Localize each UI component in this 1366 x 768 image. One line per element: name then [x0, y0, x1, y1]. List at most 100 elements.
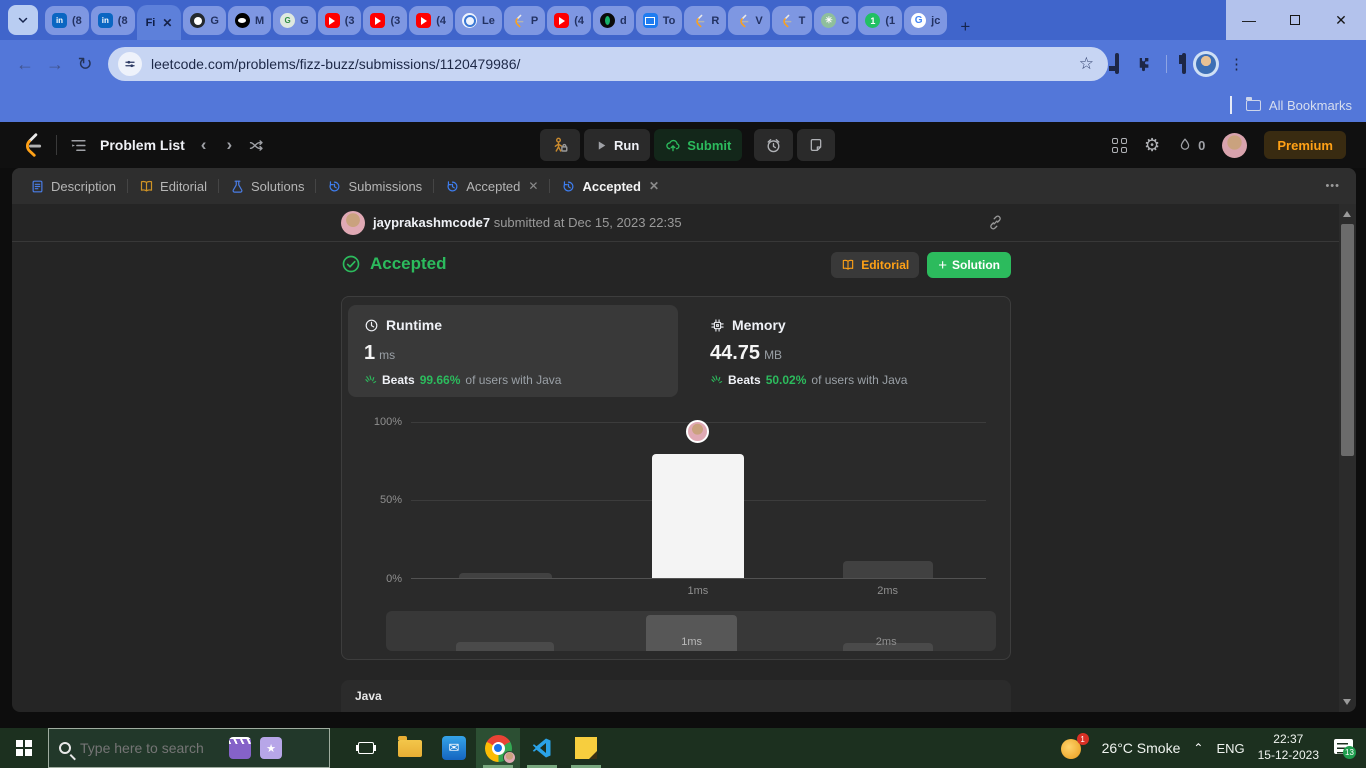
browser-tab[interactable]: (8	[90, 6, 135, 35]
browser-tab[interactable]: (1	[858, 6, 903, 35]
weather-text[interactable]: 26°C Smoke	[1102, 740, 1181, 756]
sticky-notes-button[interactable]	[564, 728, 608, 768]
browser-tab[interactable]: (8	[45, 6, 89, 35]
bookmark-star-icon[interactable]: ☆	[1079, 54, 1094, 74]
close-icon[interactable]: ✕	[528, 179, 538, 193]
tray-expand-chevron[interactable]: ⌃	[1193, 741, 1203, 755]
browser-profile-avatar[interactable]	[1193, 51, 1219, 77]
submit-button[interactable]: Submit	[654, 129, 743, 161]
user-avatar[interactable]	[1222, 132, 1248, 158]
close-icon[interactable]: ✕	[162, 16, 172, 30]
browser-tab[interactable]: P	[503, 6, 546, 35]
back-button[interactable]: ←	[10, 49, 40, 79]
action-center-button[interactable]: 13	[1332, 737, 1356, 759]
tab-search-button[interactable]	[8, 5, 38, 35]
mail-button[interactable]: ✉	[432, 728, 476, 768]
browser-tab[interactable]: (4	[409, 6, 454, 35]
tabbar-more-icon[interactable]: •••	[1325, 168, 1340, 204]
code-language-header[interactable]: Java	[341, 680, 1011, 712]
browser-tab[interactable]: V	[728, 6, 770, 35]
close-window-button[interactable]: ✕	[1318, 0, 1364, 40]
tab-submissions[interactable]: Submissions	[327, 179, 422, 194]
random-problem-icon[interactable]	[248, 137, 265, 154]
side-panel-icon[interactable]	[1182, 53, 1186, 74]
url-text[interactable]: leetcode.com/problems/fizz-buzz/submissi…	[151, 56, 1079, 72]
copy-link-icon[interactable]	[987, 214, 1004, 231]
taskbar-search[interactable]: ★	[48, 728, 330, 768]
all-bookmarks[interactable]: All Bookmarks	[1229, 88, 1352, 122]
browser-tab-active[interactable]: Fi ✕	[136, 5, 182, 40]
tab-accepted-1[interactable]: Accepted ✕	[445, 179, 538, 194]
bar-0ms[interactable]	[458, 573, 553, 578]
extensions-puzzle-icon[interactable]	[1133, 55, 1151, 73]
problem-list-label[interactable]: Problem List	[100, 137, 185, 153]
chart-brush-minimap[interactable]: 1ms 2ms	[386, 611, 996, 651]
next-problem-icon[interactable]: ›	[222, 135, 236, 155]
search-input[interactable]	[80, 740, 220, 756]
site-settings-icon[interactable]	[118, 52, 142, 76]
language-indicator[interactable]: ENG	[1216, 741, 1244, 756]
problem-list-icon[interactable]	[69, 136, 88, 155]
clock-widget[interactable]: 22:37 15-12-2023	[1258, 732, 1319, 763]
memory-card[interactable]: Memory 44.75 MB Beats 50.02% of users wit…	[694, 305, 1000, 397]
photos-icon[interactable]: ★	[260, 737, 282, 759]
scroll-up-arrow[interactable]	[1343, 211, 1351, 217]
browser-tab[interactable]: T	[771, 6, 813, 35]
browser-tab[interactable]: To	[635, 6, 683, 35]
leetcode-logo[interactable]	[18, 132, 44, 158]
browser-tab[interactable]: M	[227, 6, 272, 35]
settings-gear-icon[interactable]: ⚙	[1144, 135, 1160, 156]
layout-grid-icon[interactable]	[1111, 137, 1127, 153]
prev-problem-icon[interactable]: ‹	[197, 135, 211, 155]
bar-1ms-highlighted[interactable]	[651, 453, 744, 578]
browser-tab[interactable]: Le	[455, 6, 502, 35]
daily-streak[interactable]: 0	[1177, 137, 1205, 153]
reload-button[interactable]: ↻	[70, 49, 100, 79]
scrollbar-thumb[interactable]	[1341, 224, 1354, 456]
tab-solutions[interactable]: Solutions	[230, 179, 304, 194]
browser-tab[interactable]: (3	[317, 6, 362, 35]
forward-button[interactable]: →	[40, 49, 70, 79]
runtime-distribution-chart[interactable]: 1ms 2ms	[411, 420, 986, 597]
chrome-button-active[interactable]	[476, 728, 520, 768]
video-editor-icon[interactable]	[229, 737, 251, 759]
address-bar[interactable]: leetcode.com/problems/fizz-buzz/submissi…	[108, 47, 1108, 81]
browser-tab[interactable]: jc	[904, 6, 948, 35]
submitter-avatar[interactable]	[341, 211, 365, 235]
run-button[interactable]: Run	[584, 129, 651, 161]
weather-widget[interactable]: 1	[1059, 733, 1089, 761]
picture-in-picture-icon[interactable]	[1115, 53, 1119, 74]
submit-label: Submit	[687, 137, 732, 153]
tab-description[interactable]: Description	[30, 179, 116, 194]
browser-tab[interactable]: G	[183, 6, 226, 35]
bar-2ms[interactable]	[842, 560, 934, 578]
browser-tab[interactable]: (3	[363, 6, 408, 35]
submitter-username[interactable]: jayprakashmcode7	[373, 215, 490, 230]
browser-tab[interactable]: (4	[547, 6, 592, 35]
start-button[interactable]	[0, 728, 48, 768]
minimize-button[interactable]: —	[1226, 0, 1272, 40]
tab-editorial[interactable]: Editorial	[139, 179, 207, 194]
browser-menu-icon[interactable]: ⋮	[1229, 55, 1244, 73]
search-icon	[59, 742, 71, 754]
task-view-button[interactable]	[344, 728, 388, 768]
browser-tab[interactable]: d	[593, 6, 634, 35]
notes-button[interactable]	[797, 129, 836, 161]
runtime-card[interactable]: Runtime 1 ms Beats 99.66% of users with J…	[348, 305, 678, 397]
timer-button[interactable]	[754, 129, 794, 161]
browser-tab[interactable]: G	[273, 6, 316, 35]
browser-tab[interactable]: C	[814, 6, 857, 35]
restore-button[interactable]	[1272, 0, 1318, 40]
new-tab-button[interactable]: +	[952, 14, 978, 40]
vscode-button[interactable]	[520, 728, 564, 768]
scroll-down-arrow[interactable]	[1343, 699, 1351, 705]
close-icon[interactable]: ✕	[649, 179, 659, 193]
debugger-button[interactable]	[540, 129, 580, 161]
add-solution-button[interactable]: + Solution	[927, 252, 1011, 278]
premium-button[interactable]: Premium	[1264, 131, 1346, 159]
file-explorer-button[interactable]	[388, 728, 432, 768]
tab-accepted-2-active[interactable]: Accepted ✕	[561, 179, 659, 194]
editorial-button[interactable]: Editorial	[831, 252, 920, 278]
browser-tab[interactable]: R	[684, 6, 727, 35]
page-scrollbar[interactable]	[1339, 204, 1356, 712]
